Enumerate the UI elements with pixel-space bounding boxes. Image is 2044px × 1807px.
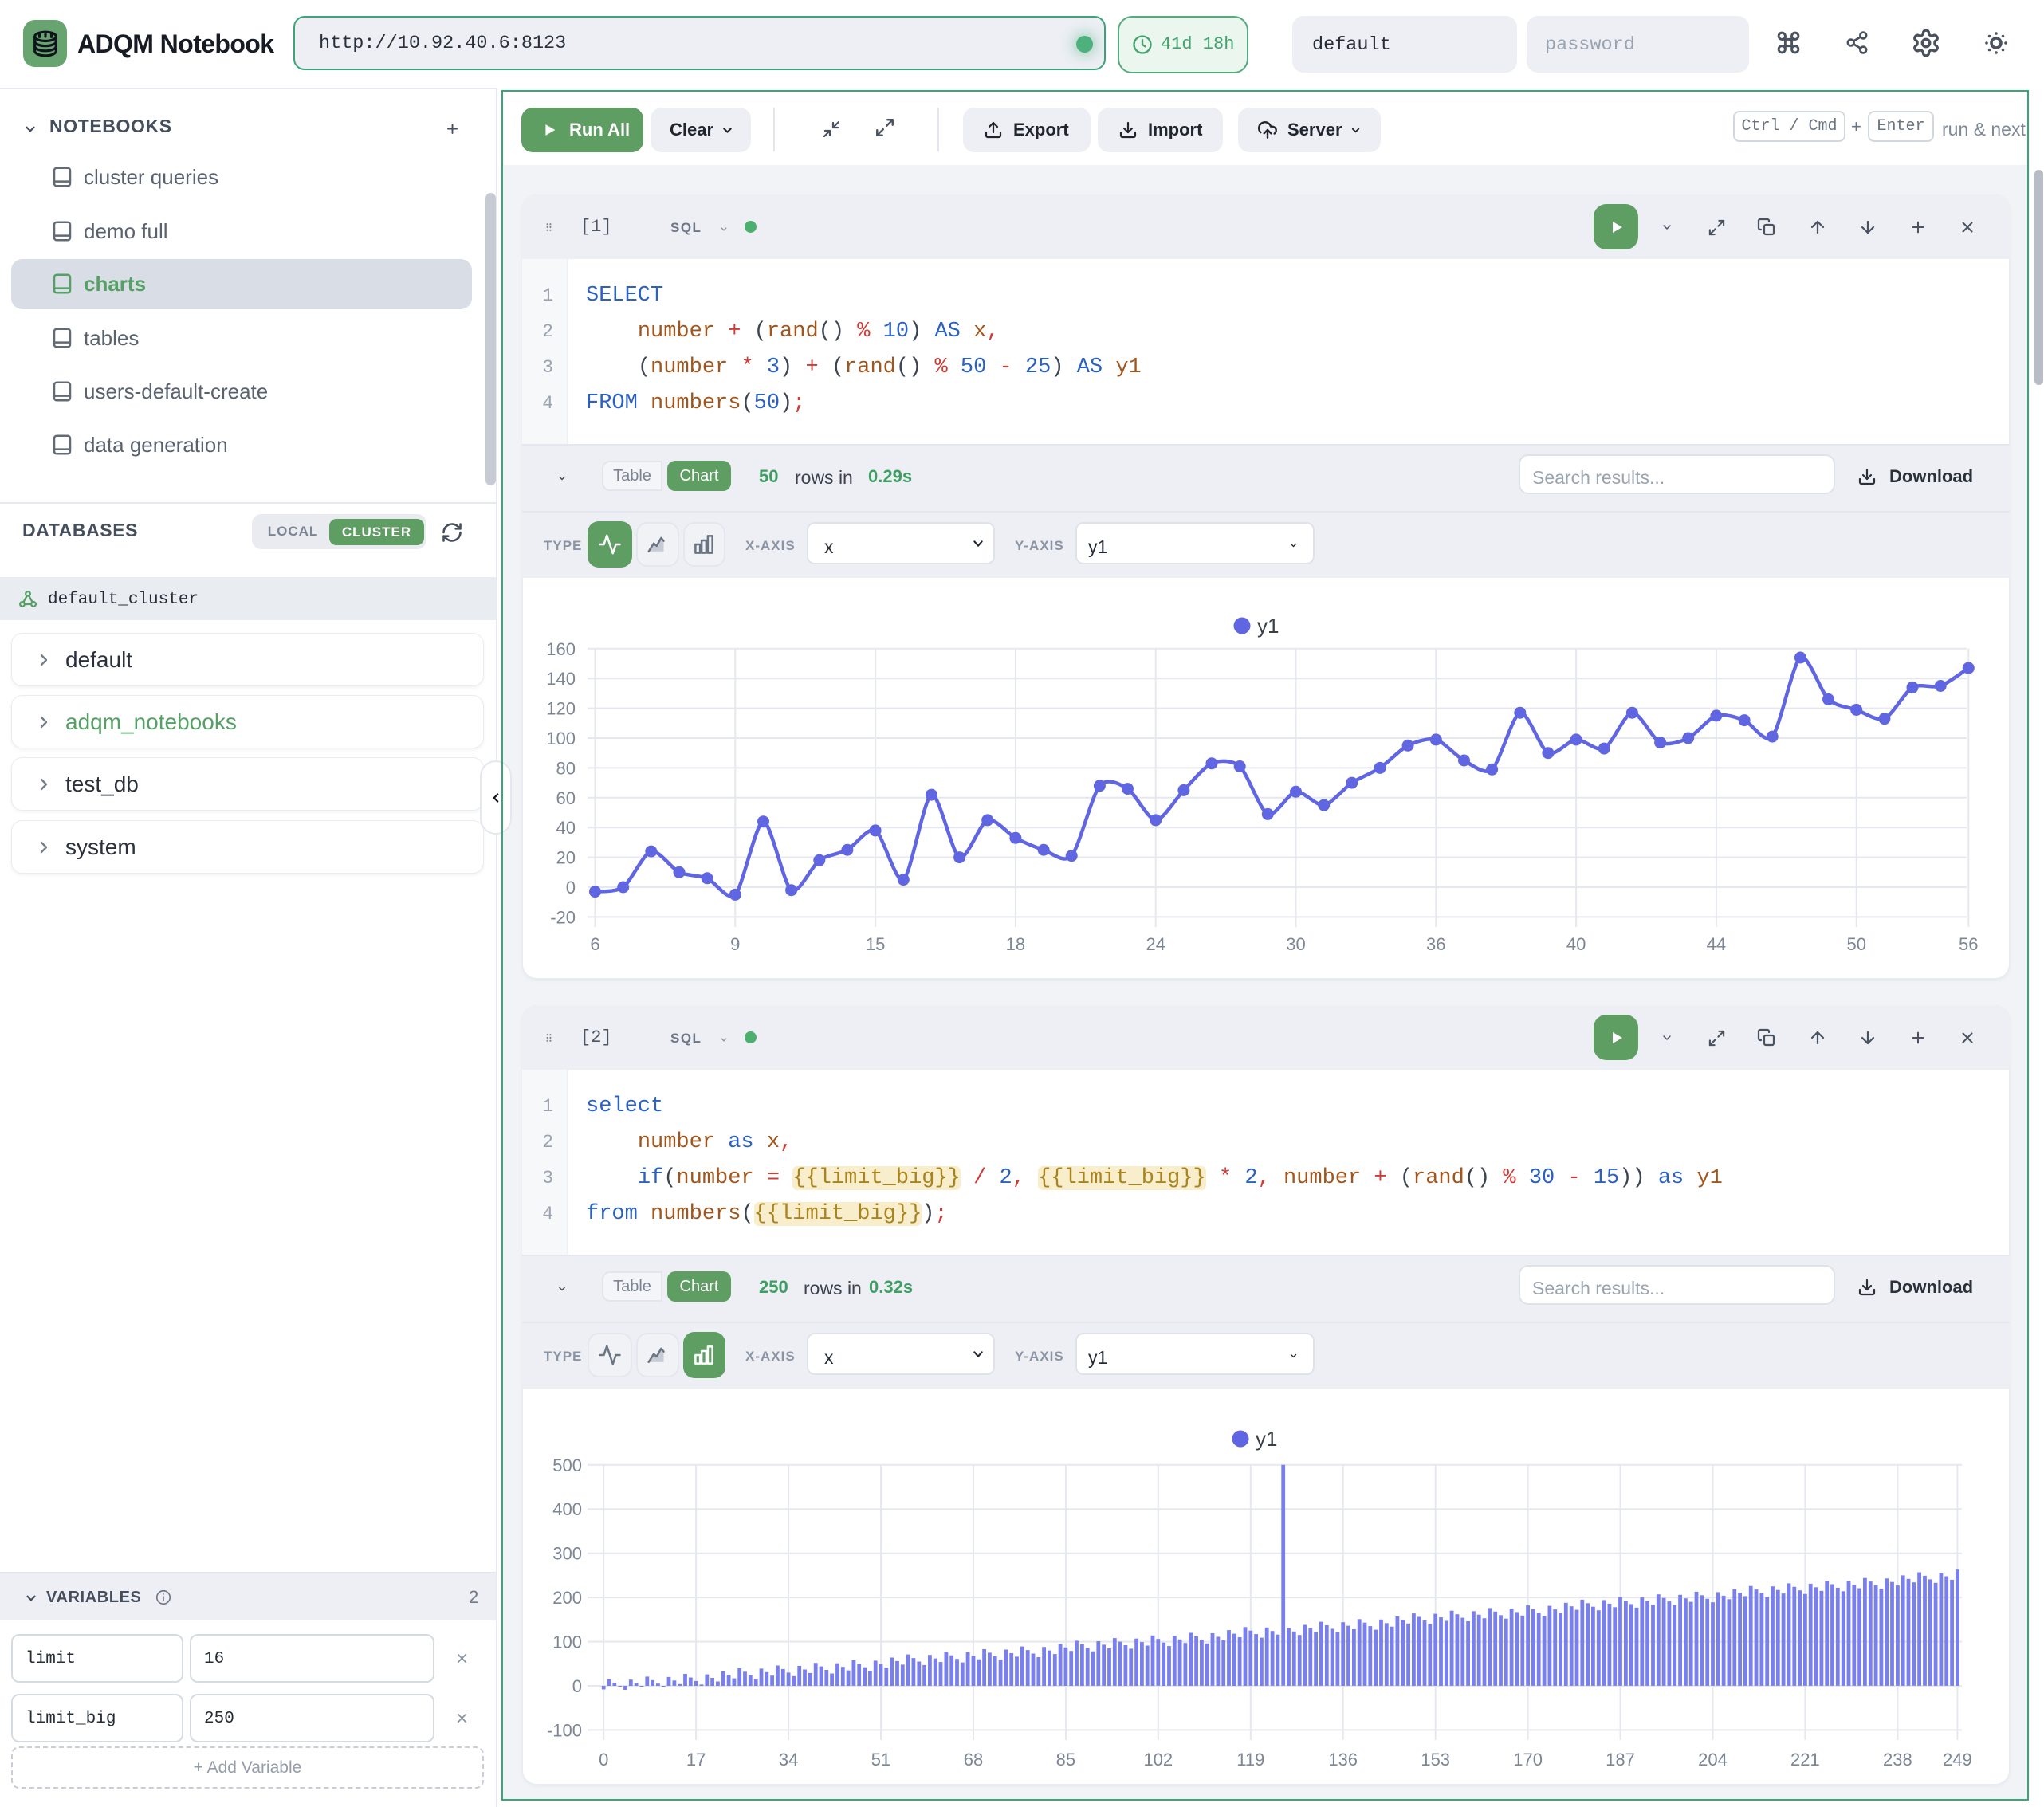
svg-text:68: 68 bbox=[964, 1750, 983, 1770]
svg-text:136: 136 bbox=[1328, 1750, 1358, 1770]
svg-text:36: 36 bbox=[1426, 934, 1445, 954]
svg-text:40: 40 bbox=[556, 818, 576, 838]
svg-text:170: 170 bbox=[1513, 1750, 1543, 1770]
svg-text:249: 249 bbox=[1943, 1750, 1972, 1770]
svg-text:15: 15 bbox=[866, 934, 885, 954]
svg-text:500: 500 bbox=[552, 1455, 582, 1475]
svg-text:56: 56 bbox=[1959, 934, 1978, 954]
svg-text:100: 100 bbox=[552, 1632, 582, 1652]
svg-text:0: 0 bbox=[599, 1750, 608, 1770]
svg-text:30: 30 bbox=[1286, 934, 1305, 954]
svg-text:y1: y1 bbox=[1257, 614, 1279, 638]
svg-text:0: 0 bbox=[572, 1676, 582, 1696]
svg-text:24: 24 bbox=[1146, 934, 1165, 954]
svg-text:50: 50 bbox=[1846, 934, 1865, 954]
svg-text:-100: -100 bbox=[547, 1720, 582, 1740]
svg-text:44: 44 bbox=[1707, 934, 1726, 954]
svg-text:160: 160 bbox=[546, 639, 576, 659]
svg-text:221: 221 bbox=[1790, 1750, 1820, 1770]
svg-text:6: 6 bbox=[590, 934, 599, 954]
svg-text:20: 20 bbox=[556, 848, 576, 868]
svg-text:400: 400 bbox=[552, 1499, 582, 1519]
svg-text:40: 40 bbox=[1566, 934, 1586, 954]
svg-text:0: 0 bbox=[566, 878, 576, 898]
svg-text:17: 17 bbox=[686, 1750, 706, 1770]
svg-text:300: 300 bbox=[552, 1544, 582, 1564]
svg-text:119: 119 bbox=[1236, 1750, 1264, 1770]
svg-text:80: 80 bbox=[556, 758, 576, 778]
svg-text:204: 204 bbox=[1698, 1750, 1728, 1770]
svg-text:187: 187 bbox=[1606, 1750, 1635, 1770]
svg-text:51: 51 bbox=[871, 1750, 890, 1770]
svg-text:102: 102 bbox=[1143, 1750, 1173, 1770]
svg-text:-20: -20 bbox=[550, 907, 576, 927]
svg-text:18: 18 bbox=[1006, 934, 1025, 954]
svg-text:153: 153 bbox=[1421, 1750, 1450, 1770]
svg-text:60: 60 bbox=[556, 788, 576, 808]
svg-text:200: 200 bbox=[552, 1588, 582, 1608]
svg-text:140: 140 bbox=[546, 669, 576, 689]
svg-text:238: 238 bbox=[1883, 1750, 1912, 1770]
svg-text:y1: y1 bbox=[1256, 1427, 1277, 1451]
svg-text:34: 34 bbox=[779, 1750, 798, 1770]
svg-text:100: 100 bbox=[546, 729, 576, 748]
svg-text:85: 85 bbox=[1056, 1750, 1075, 1770]
svg-text:120: 120 bbox=[546, 699, 576, 719]
svg-text:9: 9 bbox=[730, 934, 740, 954]
